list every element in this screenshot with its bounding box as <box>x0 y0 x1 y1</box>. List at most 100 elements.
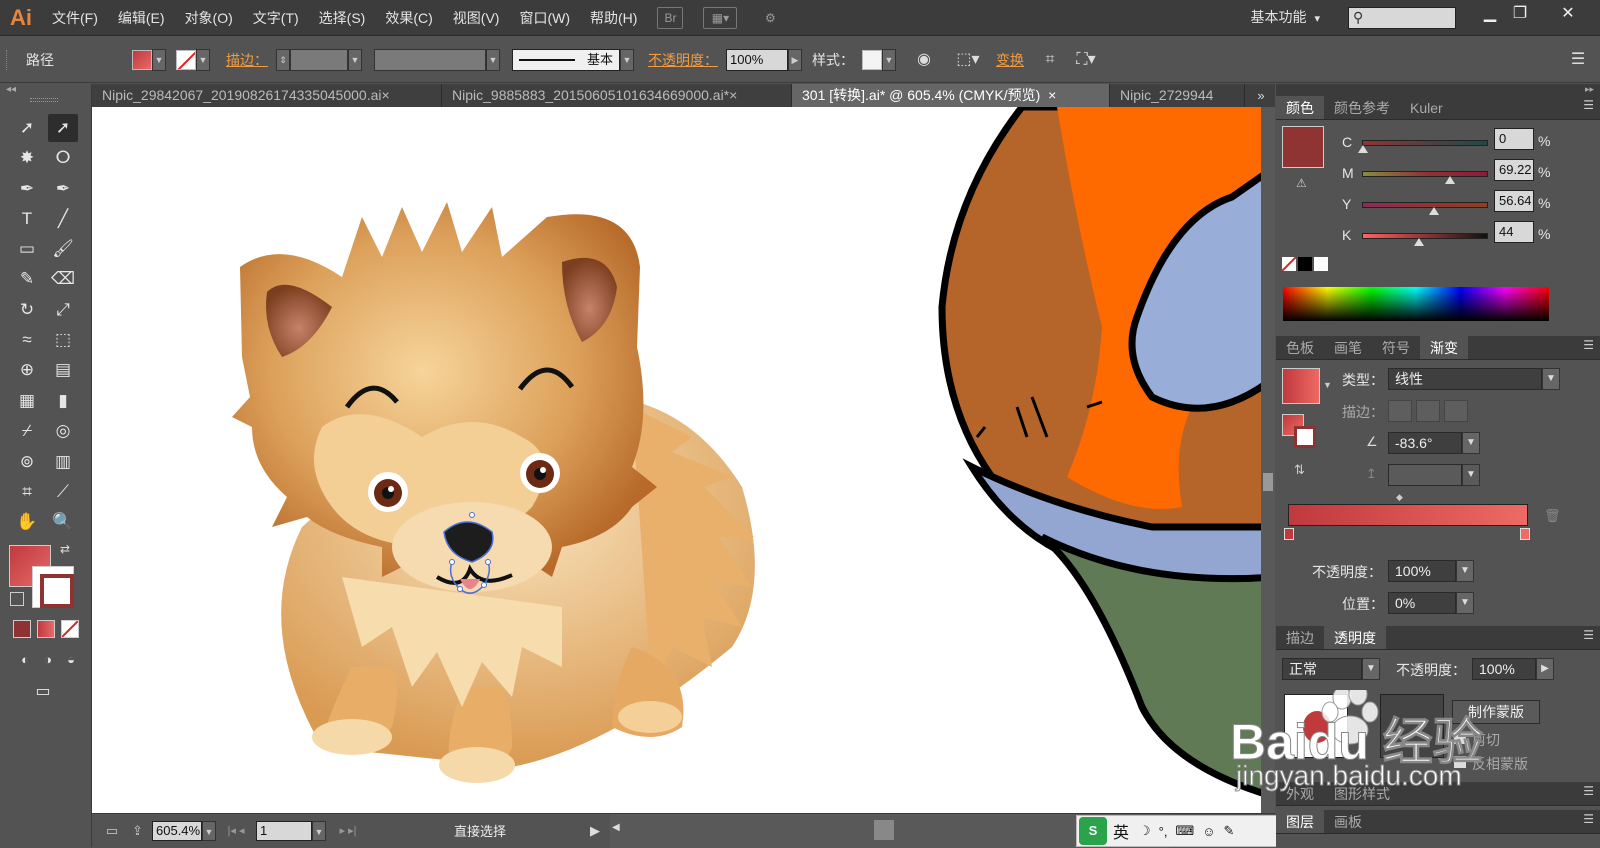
isolate-icon[interactable]: ⛶▾ <box>1074 48 1098 72</box>
stroke-color-box[interactable] <box>32 566 74 608</box>
align-options-icon[interactable]: ⬚▾ <box>956 48 980 72</box>
rotate-tool-icon[interactable]: ↻ <box>12 296 42 324</box>
stroke-weight-input[interactable] <box>290 48 348 71</box>
tab-stroke[interactable]: 描边 <box>1276 626 1324 649</box>
arrange-documents-icon[interactable]: ▦▾ <box>703 6 738 29</box>
artboard-canvas[interactable] <box>92 107 1275 813</box>
canvas-vertical-scrollbar[interactable] <box>1261 107 1275 813</box>
curvature-tool-icon[interactable]: ✒ <box>48 175 78 203</box>
stroke-swatch-small[interactable] <box>176 49 196 70</box>
panel-menu-icon[interactable]: ☰ <box>1583 338 1594 352</box>
last-artboard-icon[interactable]: ▸ ▸| <box>326 824 370 837</box>
hand-tool-icon[interactable]: ✋ <box>12 508 42 536</box>
gradient-stop-end[interactable] <box>1520 528 1530 540</box>
tab-symbols[interactable]: 符号 <box>1372 336 1420 359</box>
blend-tool-icon[interactable]: ◎ <box>48 417 78 445</box>
artboard-number-input[interactable]: 1 <box>256 820 312 841</box>
transparency-thumbnail[interactable] <box>1284 694 1348 758</box>
gradient-stroke-icon[interactable] <box>1294 426 1316 448</box>
dock-collapse-icon[interactable]: ▸▸ <box>1276 84 1600 96</box>
gradient-preview[interactable] <box>1282 368 1320 404</box>
zoom-input[interactable]: 605.4% <box>152 820 202 841</box>
status-icon[interactable]: ▭ <box>92 823 132 839</box>
cyan-slider[interactable] <box>1358 140 1488 153</box>
blend-mode-select[interactable]: 正常 <box>1282 658 1362 680</box>
search-input[interactable]: ⚲ <box>1348 7 1456 29</box>
moon-icon[interactable]: ☽ <box>1139 823 1151 839</box>
stroke-within-icon[interactable] <box>1388 400 1412 422</box>
brush-definition[interactable]: 基本 <box>512 48 620 71</box>
tab-swatches[interactable]: 色板 <box>1276 336 1324 359</box>
eraser-tool-icon[interactable]: ⌫ <box>48 265 78 293</box>
rectangle-tool-icon[interactable]: ▭ <box>12 235 42 263</box>
tab-appearance[interactable]: 外观 <box>1276 782 1324 805</box>
menu-effect[interactable]: 效果(C) <box>375 0 442 36</box>
gradient-type-select[interactable]: 线性 <box>1388 368 1542 390</box>
pencil-tool-icon[interactable]: ✎ <box>12 265 42 293</box>
ime-language[interactable]: 英 <box>1113 819 1129 843</box>
stroke-label[interactable]: 描边： <box>226 50 268 70</box>
graphic-style-swatch[interactable] <box>862 49 882 70</box>
gradient-type-dropdown[interactable]: ▼ <box>1542 368 1560 390</box>
control-bar-grip[interactable] <box>6 49 16 70</box>
invert-mask-checkbox[interactable] <box>1454 756 1466 768</box>
tools-grip[interactable] <box>30 98 58 102</box>
gradient-mode-icon[interactable] <box>37 620 55 638</box>
clip-checkbox[interactable] <box>1454 732 1466 744</box>
sogou-icon[interactable]: S <box>1079 817 1107 845</box>
menu-file[interactable]: 文件(F) <box>42 0 108 36</box>
yellow-value[interactable]: 56.64 <box>1494 190 1534 212</box>
none-color-icon[interactable] <box>1281 256 1297 272</box>
lasso-tool-icon[interactable]: ⵔ <box>48 144 78 172</box>
tab-artboards[interactable]: 画板 <box>1324 810 1372 833</box>
collapse-tools-icon[interactable]: ◂◂ <box>6 84 16 95</box>
black-value[interactable]: 44 <box>1494 221 1534 243</box>
menu-help[interactable]: 帮助(H) <box>580 0 647 36</box>
make-mask-button[interactable]: 制作蒙版 <box>1452 700 1540 724</box>
gradient-angle-dropdown[interactable]: ▼ <box>1462 432 1480 454</box>
zoom-tool-icon[interactable]: 🔍 <box>48 508 78 536</box>
graphic-style-dropdown[interactable]: ▼ <box>882 48 896 71</box>
opacity-input[interactable]: 100% <box>726 48 788 71</box>
workspace-switcher[interactable]: 基本功能 <box>1250 7 1320 27</box>
ime-toolbar[interactable]: S 英 ☽ °, ⌨ ☺ ✎ <box>1076 815 1278 847</box>
screen-mode-icon[interactable]: ▭ <box>28 678 58 706</box>
gradient-opacity-input[interactable]: 100% <box>1388 560 1456 582</box>
variable-width-profile[interactable] <box>374 48 486 71</box>
transform-icon[interactable]: ⌗ <box>1038 48 1062 72</box>
none-mode-icon[interactable] <box>61 620 79 638</box>
sync-settings-icon[interactable]: ⚙ <box>757 7 783 29</box>
variable-width-dropdown[interactable]: ▼ <box>486 48 500 71</box>
width-tool-icon[interactable]: ≈ <box>12 326 42 354</box>
magenta-value[interactable]: 69.22 <box>1494 159 1534 181</box>
gradient-tool-icon[interactable]: ▮ <box>48 387 78 415</box>
magic-wand-tool-icon[interactable]: ✸ <box>12 144 42 172</box>
symbol-sprayer-tool-icon[interactable]: ⊚ <box>12 448 42 476</box>
tab-gradient[interactable]: 渐变 <box>1420 336 1468 359</box>
tab-brushes[interactable]: 画笔 <box>1324 336 1372 359</box>
column-graph-tool-icon[interactable]: ▥ <box>48 448 78 476</box>
color-spectrum[interactable] <box>1283 287 1549 321</box>
tab-graphic-styles[interactable]: 图形样式 <box>1324 782 1400 805</box>
paintbrush-tool-icon[interactable]: 🖌 <box>48 235 78 263</box>
close-tab-icon[interactable]: × <box>1048 87 1056 103</box>
zoom-dropdown[interactable]: ▼ <box>202 820 216 841</box>
fill-dropdown[interactable]: ▼ <box>152 48 166 71</box>
perspective-grid-tool-icon[interactable]: ▤ <box>48 356 78 384</box>
close-button[interactable]: ✕ <box>1548 2 1588 26</box>
punctuation-icon[interactable]: °, <box>1159 824 1168 839</box>
tab-transparency[interactable]: 透明度 <box>1324 626 1386 649</box>
white-color-icon[interactable] <box>1314 257 1328 271</box>
selection-tool-icon[interactable]: ➚ <box>12 114 42 142</box>
bridge-button[interactable]: Br <box>657 6 684 29</box>
menu-type[interactable]: 文字(T) <box>243 0 309 36</box>
document-tab[interactable]: Nipic_2729944 <box>1110 84 1245 107</box>
menu-select[interactable]: 选择(S) <box>309 0 376 36</box>
mesh-tool-icon[interactable]: ▦ <box>12 387 42 415</box>
wrench-icon[interactable]: ✎ <box>1224 823 1235 839</box>
panel-menu-icon[interactable]: ☰ <box>1583 784 1594 798</box>
gradient-stop-start[interactable] <box>1284 528 1294 540</box>
stroke-dropdown[interactable]: ▼ <box>196 48 210 71</box>
tab-color-guide[interactable]: 颜色参考 <box>1324 96 1400 119</box>
default-fill-stroke-icon[interactable] <box>10 592 24 606</box>
